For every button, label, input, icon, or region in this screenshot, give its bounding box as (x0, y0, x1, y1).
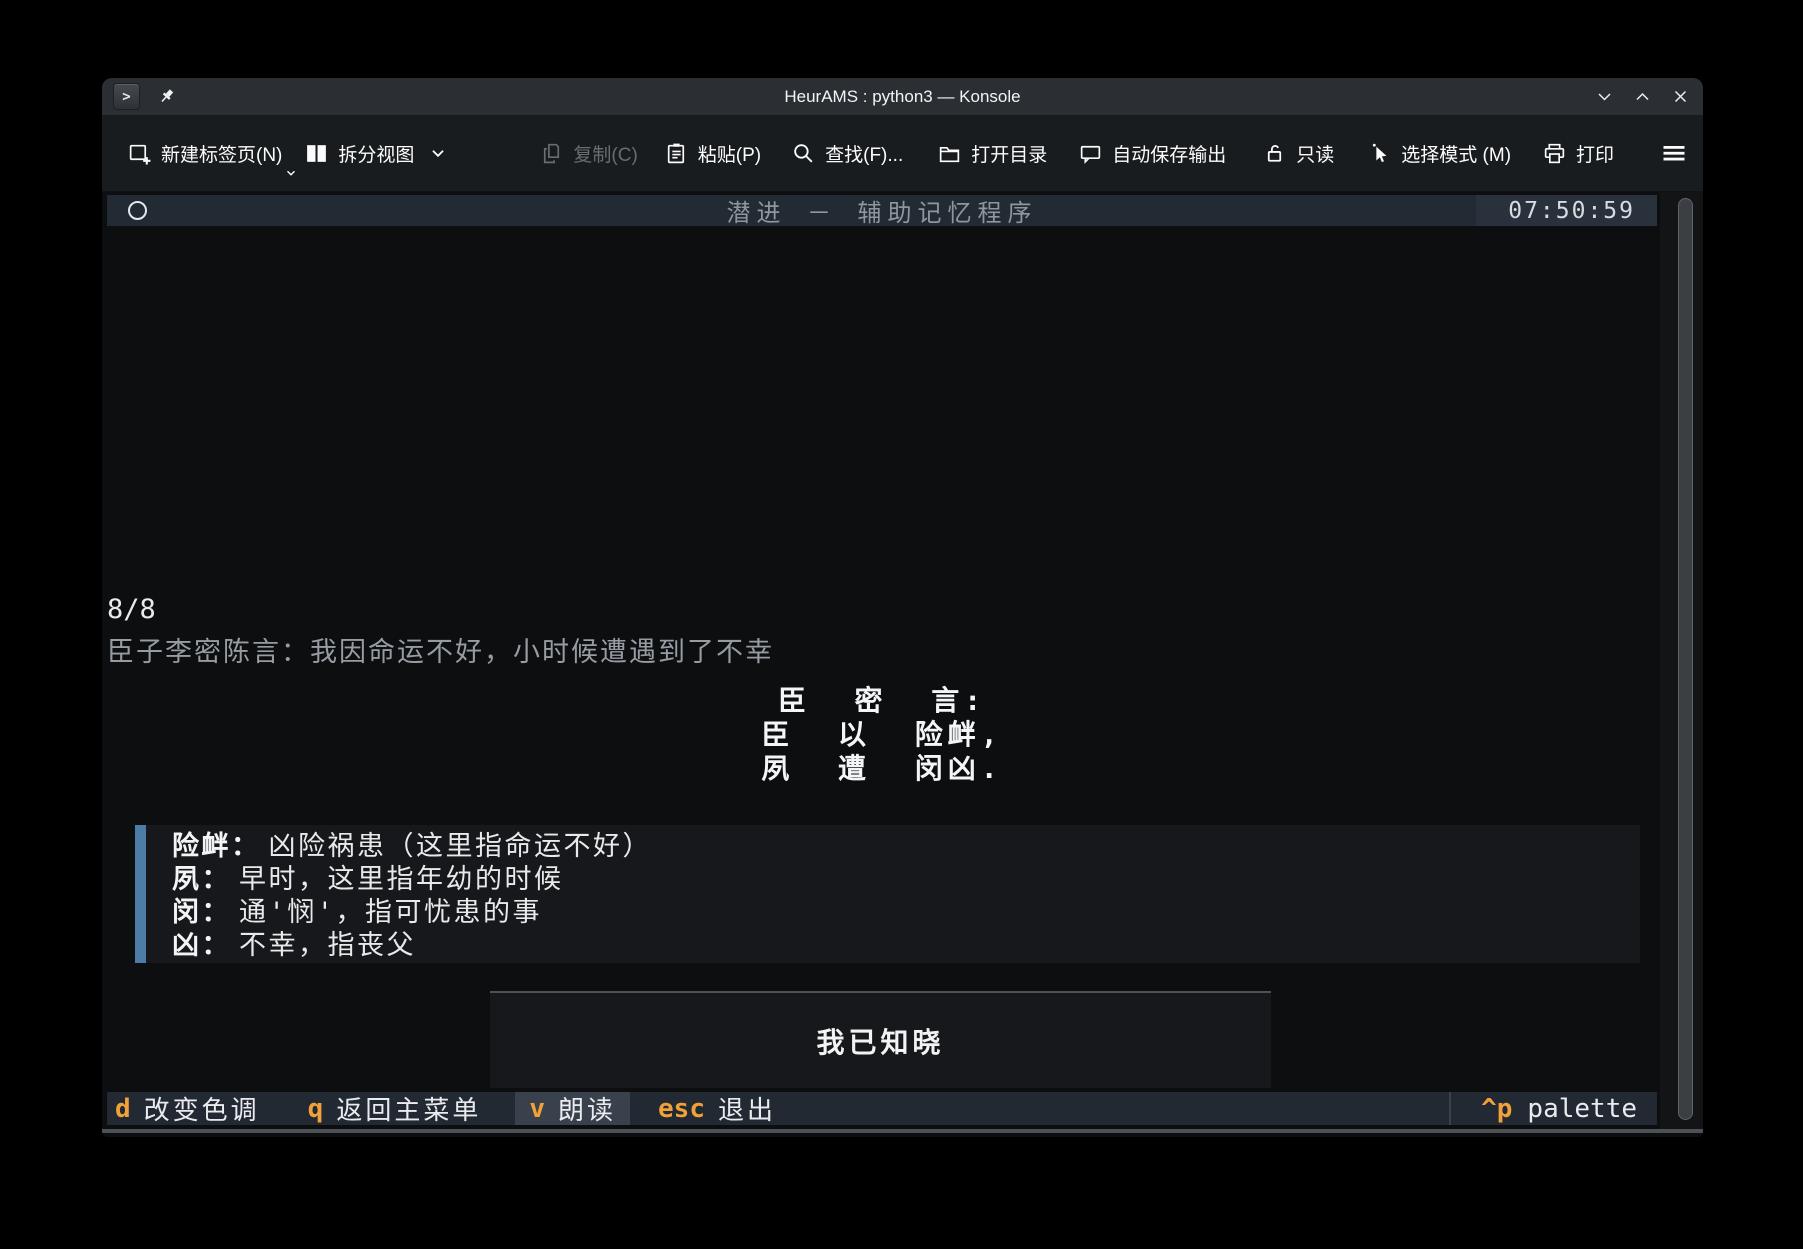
shortcut-key: d (115, 1094, 131, 1124)
copy-icon (539, 141, 564, 166)
minimize-button[interactable] (1595, 88, 1613, 106)
autosave-output-button[interactable]: 自动保存输出 (1078, 140, 1226, 167)
new-tab-icon (127, 141, 152, 166)
spinner-circle-icon (128, 201, 147, 220)
print-button[interactable]: 打印 (1542, 140, 1614, 167)
shortcut-main-menu[interactable]: q 返回主菜单 (294, 1092, 496, 1125)
konsole-app-icon[interactable]: > (113, 83, 140, 110)
glossary-term: 险衅： (172, 831, 261, 862)
shortcut-key: q (308, 1094, 324, 1124)
read-only-button[interactable]: 只读 (1262, 140, 1334, 167)
verse-line: 臣 以 险衅, (107, 718, 1657, 752)
glossary-term: 闵： (172, 897, 231, 928)
tui-title: 潜进 － 辅助记忆程序 (107, 193, 1657, 228)
hamburger-menu-icon[interactable] (1660, 139, 1688, 167)
toolbar-item-label: 复制(C) (573, 140, 637, 167)
chevron-down-icon (284, 166, 298, 180)
maximize-button[interactable] (1633, 88, 1651, 106)
window-bottom-edge (102, 1129, 1703, 1133)
verse-line: 夙 遭 闵凶. (107, 752, 1657, 786)
folder-icon (937, 141, 962, 166)
toolbar-item-label: 选择模式 (M) (1401, 140, 1511, 167)
toolbar-item-label: 拆分视图 (338, 140, 414, 167)
output-bubble-icon (1078, 141, 1103, 166)
konsole-window: > HeurAMS : python3 — Konsole (102, 78, 1703, 1137)
shortcut-key: esc (658, 1094, 705, 1124)
copy-button: 复制(C) (539, 140, 637, 167)
close-button[interactable] (1671, 88, 1689, 106)
clock-box: 07:50:59 (1476, 195, 1657, 226)
toolbar-item-label: 打印 (1576, 140, 1614, 167)
shortcut-exit[interactable]: esc 退出 (644, 1092, 790, 1125)
acknowledge-button[interactable]: 我已知晓 (490, 991, 1271, 1088)
cursor-icon (1367, 141, 1392, 166)
glossary-definition: 通'悯'，指可忧患的事 (239, 897, 542, 928)
shortcut-label: 改变色调 (144, 1090, 260, 1127)
shortcut-label: 返回主菜单 (336, 1090, 481, 1127)
titlebar[interactable]: > HeurAMS : python3 — Konsole (102, 78, 1703, 115)
printer-icon (1542, 141, 1567, 166)
glossary-row: 闵： 通'悯'，指可忧患的事 (146, 896, 1640, 929)
clock: 07:50:59 (1508, 198, 1635, 224)
progress-counter: 8/8 (107, 594, 156, 625)
scrollbar-thumb[interactable] (1678, 198, 1693, 1120)
chevron-down-icon (429, 144, 447, 162)
shortcut-read-aloud[interactable]: v 朗读 (515, 1092, 630, 1125)
toolbar-item-label: 打开目录 (971, 140, 1047, 167)
acknowledge-button-label: 我已知晓 (816, 1021, 944, 1061)
toolbar: 新建标签页(N) 拆分视图 (102, 115, 1703, 192)
shortcut-label: 朗读 (558, 1090, 616, 1127)
shortcut-change-theme[interactable]: d 改变色调 (107, 1092, 274, 1125)
split-view-icon (304, 141, 329, 166)
glossary-definition: 早时，这里指年幼的时候 (239, 864, 564, 895)
shortcut-palette[interactable]: ^p palette (1449, 1092, 1657, 1125)
glossary-row: 夙： 早时，这里指年幼的时候 (146, 863, 1640, 896)
search-icon (791, 141, 816, 166)
tui-footer-bar: d 改变色调 q 返回主菜单 v 朗读 esc 退出 ^p palette (107, 1092, 1657, 1125)
toolbar-item-label: 新建标签页(N) (161, 140, 282, 167)
verse-block: 臣 密 言: 臣 以 险衅, 夙 遭 闵凶. (107, 684, 1657, 786)
open-directory-button[interactable]: 打开目录 (937, 140, 1047, 167)
shortcut-label: palette (1527, 1094, 1637, 1124)
verse-line: 臣 密 言: (107, 684, 1657, 718)
shortcut-key: ^p (1481, 1094, 1512, 1124)
open-lock-icon (1262, 141, 1287, 166)
desktop-background: > HeurAMS : python3 — Konsole (0, 0, 1803, 1249)
glossary-term: 凶： (172, 930, 231, 961)
glossary-panel: 险衅： 凶险祸患（这里指命运不好） 夙： 早时，这里指年幼的时候 闵： 通'悯'，指可… (135, 825, 1640, 963)
window-title: HeurAMS : python3 — Konsole (102, 87, 1703, 107)
glossary-definition: 凶险祸患（这里指命运不好） (269, 831, 653, 862)
glossary-row: 凶： 不幸，指丧父 (146, 929, 1640, 962)
find-button[interactable]: 查找(F)... (791, 140, 903, 167)
scrollbar-track[interactable] (1660, 192, 1703, 1129)
paste-icon (664, 141, 689, 166)
glossary-row: 险衅： 凶险祸患（这里指命运不好） (146, 830, 1640, 863)
translation-line: 臣子李密陈言：我因命运不好，小时候遭遇到了不幸 (107, 630, 774, 669)
pin-icon[interactable] (155, 86, 177, 108)
split-view-button[interactable]: 拆分视图 (304, 140, 447, 167)
paste-button[interactable]: 粘贴(P) (664, 140, 761, 167)
terminal-screen[interactable]: 潜进 － 辅助记忆程序 07:50:59 8/8 臣子李密陈言：我因命运不好，小… (102, 192, 1703, 1137)
glossary-term: 夙： (172, 864, 231, 895)
toolbar-item-label: 只读 (1296, 140, 1334, 167)
shortcut-key: v (529, 1094, 545, 1124)
toolbar-item-label: 自动保存输出 (1112, 140, 1226, 167)
toolbar-item-label: 查找(F)... (825, 140, 903, 167)
shortcut-label: 退出 (718, 1090, 776, 1127)
toolbar-item-label: 粘贴(P) (698, 140, 761, 167)
glossary-definition: 不幸，指丧父 (239, 930, 416, 961)
tui-header-bar: 潜进 － 辅助记忆程序 07:50:59 (107, 195, 1657, 226)
select-mode-button[interactable]: 选择模式 (M) (1367, 140, 1511, 167)
new-tab-button[interactable]: 新建标签页(N) (127, 140, 282, 167)
